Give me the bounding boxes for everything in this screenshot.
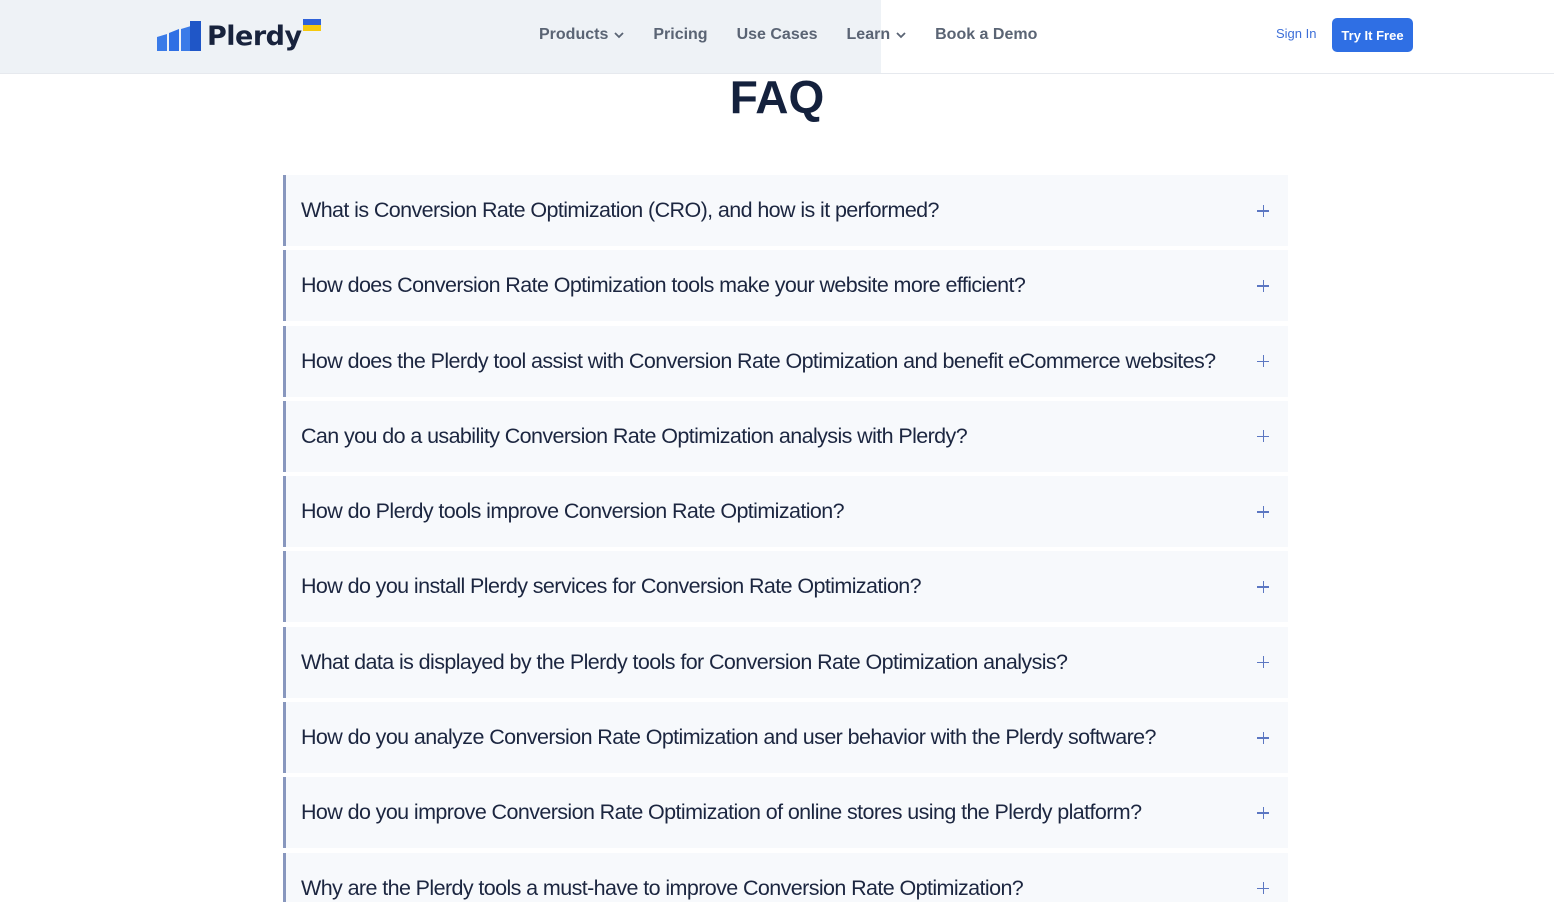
nav-item-book-a-demo[interactable]: Book a Demo	[935, 26, 1037, 44]
faq-question: How do Plerdy tools improve Conversion R…	[301, 499, 845, 524]
faq-question: How do you install Plerdy services for C…	[301, 574, 922, 599]
faq-item[interactable]: How do Plerdy tools improve Conversion R…	[283, 476, 1288, 548]
faq-list: What is Conversion Rate Optimization (CR…	[283, 175, 1288, 902]
logo-text: Plerdy	[207, 20, 302, 52]
plus-icon[interactable]	[1257, 731, 1269, 744]
plerdy-logo-icon	[157, 21, 201, 51]
chevron-down-icon	[896, 31, 906, 38]
ukraine-flag-icon	[303, 19, 321, 31]
faq-item[interactable]: How do you analyze Conversion Rate Optim…	[283, 702, 1288, 774]
nav-item-products[interactable]: Products	[539, 26, 624, 44]
faq-item[interactable]: How does the Plerdy tool assist with Con…	[283, 325, 1288, 397]
site-header: Plerdy Products Pricing Use Cases Learn	[0, 0, 1554, 74]
plus-icon[interactable]	[1257, 430, 1269, 443]
faq-title: FAQ	[729, 71, 825, 123]
faq-item[interactable]: How do you improve Conversion Rate Optim…	[283, 777, 1288, 849]
faq-question: What data is displayed by the Plerdy too…	[301, 649, 1068, 674]
faq-item[interactable]: Can you do a usability Conversion Rate O…	[283, 400, 1288, 472]
faq-item[interactable]: How does Conversion Rate Optimization to…	[283, 250, 1288, 322]
plus-icon[interactable]	[1257, 656, 1269, 669]
sign-in-link[interactable]: Sign In	[1276, 26, 1316, 41]
try-it-free-button[interactable]: Try It Free	[1332, 18, 1413, 52]
faq-question: How do you improve Conversion Rate Optim…	[301, 800, 1142, 825]
faq-question: How do you analyze Conversion Rate Optim…	[301, 725, 1156, 750]
faq-question: What is Conversion Rate Optimization (CR…	[301, 198, 940, 222]
faq-item[interactable]: Why are the Plerdy tools a must-have to …	[283, 852, 1288, 902]
plus-icon[interactable]	[1257, 279, 1269, 292]
plus-icon[interactable]	[1257, 806, 1269, 819]
faq-question: Why are the Plerdy tools a must-have to …	[301, 875, 1024, 900]
plus-icon[interactable]	[1257, 505, 1269, 518]
nav-item-label: Products	[539, 26, 609, 43]
faq-item[interactable]: How do you install Plerdy services for C…	[283, 551, 1288, 623]
nav-item-pricing[interactable]: Pricing	[653, 26, 707, 44]
nav-item-label: Book a Demo	[935, 26, 1038, 43]
nav-item-label: Use Cases	[736, 26, 818, 43]
nav-item-label: Learn	[846, 26, 891, 43]
plus-icon[interactable]	[1257, 355, 1269, 368]
nav-item-learn[interactable]: Learn	[847, 26, 907, 44]
main-nav: Products Pricing Use Cases Learn Book a …	[539, 22, 1066, 48]
plus-icon[interactable]	[1257, 580, 1269, 593]
nav-item-label: Pricing	[653, 26, 708, 43]
page: Plerdy Products Pricing Use Cases Learn	[0, 0, 1554, 902]
faq-question: How does Conversion Rate Optimization to…	[301, 273, 1026, 298]
logo[interactable]: Plerdy	[157, 16, 302, 56]
faq-question: How does the Plerdy tool assist with Con…	[301, 348, 1216, 373]
faq-item[interactable]: What is Conversion Rate Optimization (CR…	[283, 175, 1288, 246]
chevron-down-icon	[614, 31, 624, 38]
plus-icon[interactable]	[1257, 204, 1269, 217]
plus-icon[interactable]	[1257, 882, 1269, 895]
faq-item[interactable]: What data is displayed by the Plerdy too…	[283, 626, 1288, 698]
nav-item-use-cases[interactable]: Use Cases	[737, 26, 818, 44]
faq-question: Can you do a usability Conversion Rate O…	[301, 423, 968, 448]
